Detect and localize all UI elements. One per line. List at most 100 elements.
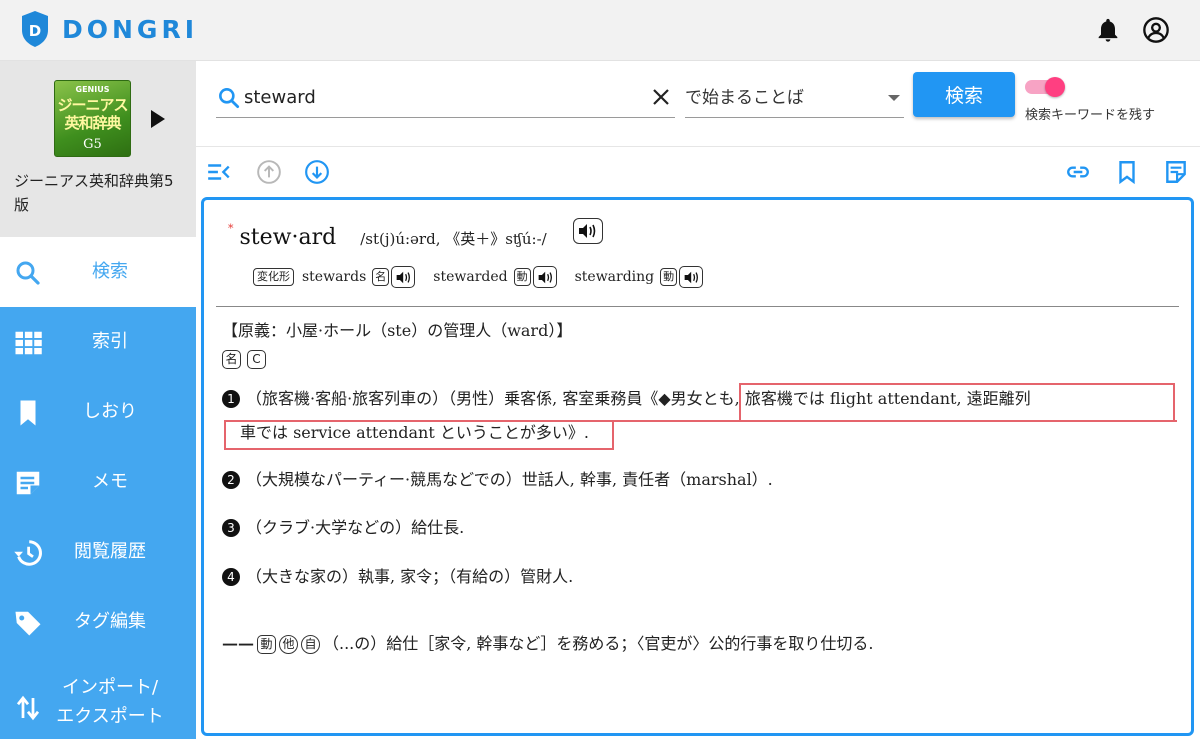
search-bar: で始まることば 検索 検索キーワードを残す (196, 61, 1200, 147)
history-icon (14, 540, 42, 566)
brand-name: DONGRI (62, 14, 198, 44)
search-mode-value: で始まることば (685, 88, 804, 108)
pos-verb-badge: 動 (257, 634, 276, 654)
shield-logo-icon: D (22, 11, 48, 47)
inflection-item: stewarded 動 (433, 266, 557, 288)
sidebar-item-label: 索引 (92, 331, 128, 352)
search-input[interactable] (244, 82, 634, 112)
verb-text: （...の）給仕［家令, 幹事など］を務める；〈官吏が〉公的行事を取り仕切る. (323, 634, 874, 653)
sense-2: 2 （大規模なパーティー·競馬などでの）世話人, 幹事, 責任者（marshal）… (222, 465, 773, 495)
pos-badge: 名 (372, 268, 390, 286)
speaker-icon (538, 271, 552, 284)
highlight-box (224, 420, 614, 450)
account-icon[interactable] (1142, 16, 1170, 44)
app-header: D DONGRI (0, 0, 1200, 61)
dictionary-title: ジーニアス英和辞典第5版 (14, 172, 174, 214)
search-field (216, 77, 675, 118)
inflection-label: 変化形 (253, 268, 294, 286)
cover-edition: G5 (83, 137, 102, 152)
sidebar-item-import-export[interactable]: インポート/ エクスポート (0, 667, 196, 739)
sense-number: 3 (222, 519, 240, 537)
clear-icon[interactable] (649, 85, 673, 109)
bookmark-icon[interactable] (1114, 159, 1140, 185)
tag-icon (15, 611, 41, 636)
sense-number: 2 (222, 471, 240, 489)
play-icon[interactable] (151, 110, 165, 128)
keep-keyword-label: 検索キーワードを残す (1025, 108, 1156, 123)
play-audio-button[interactable] (532, 266, 557, 288)
sidebar-item-memo[interactable]: メモ (0, 447, 196, 517)
dictionary-card[interactable]: GENIUS ジーニアス英和辞典 G5 ジーニアス英和辞典第5版 (0, 61, 196, 237)
grid-icon (15, 331, 42, 355)
part-of-speech-line: 名 C (222, 350, 266, 369)
transitive-badge: 他 (279, 634, 298, 654)
entry-toolbar (196, 148, 1200, 196)
app-logo[interactable]: D DONGRI (20, 10, 198, 48)
label-line-1: インポート/ (61, 677, 159, 698)
speaker-icon (684, 271, 699, 284)
verb-dash: —— (222, 634, 254, 653)
inflection-form[interactable]: stewards (302, 269, 366, 285)
play-audio-button[interactable] (679, 266, 704, 288)
dictionary-cover[interactable]: GENIUS ジーニアス英和辞典 G5 (54, 80, 131, 157)
divider (216, 306, 1179, 307)
inflection-form[interactable]: stewarding (575, 269, 655, 285)
label-line-2: エクスポート (56, 706, 164, 727)
pos-badge: 動 (660, 268, 678, 286)
speaker-icon (578, 224, 596, 238)
cover-brand: GENIUS (75, 85, 110, 94)
search-icon (219, 88, 240, 109)
sense-text: （大規模なパーティー·競馬などでの）世話人, 幹事, 責任者（marshal）. (246, 470, 773, 489)
sidebar-item-history[interactable]: 閲覧履歴 (0, 517, 196, 587)
highlight-box (614, 420, 1177, 422)
sense-text: （クラブ·大学などの）給仕長. (246, 518, 465, 537)
import-export-icon (16, 695, 40, 721)
toggle-thumb (1045, 77, 1065, 97)
sidebar-item-tags[interactable]: タグ編集 (0, 587, 196, 657)
sense-number: 4 (222, 568, 240, 586)
countable-badge: C (247, 350, 266, 369)
inflection-item: stewarding 動 (575, 266, 704, 288)
svg-text:D: D (29, 22, 41, 40)
memo-icon[interactable] (1163, 159, 1189, 185)
cover-title: ジーニアス英和辞典 (57, 96, 128, 132)
headword: stew·ard (239, 225, 337, 250)
speaker-icon (396, 271, 411, 284)
play-audio-button[interactable] (572, 218, 603, 244)
link-icon[interactable] (1065, 159, 1091, 185)
inflection-form[interactable]: stewarded (433, 269, 507, 285)
sidebar-item-label: タグ編集 (74, 611, 146, 632)
sense-4: 4 （大きな家の）執事, 家令；（有給の）管財人. (222, 562, 573, 592)
sidebar: GENIUS ジーニアス英和辞典 G5 ジーニアス英和辞典第5版 検索 索引 し… (0, 61, 196, 739)
highlight-box (739, 383, 1175, 421)
sidebar-item-search[interactable]: 検索 (0, 237, 196, 307)
entry-header: * stew·ard /st(j)ú:ərd, 《英＋》sʧú:-/ (228, 218, 603, 250)
sidebar-item-label: 閲覧履歴 (74, 541, 146, 562)
collapse-list-icon[interactable] (206, 159, 232, 185)
sense-number: 1 (222, 390, 240, 408)
previous-entry-icon[interactable] (256, 159, 282, 185)
intransitive-badge: 自 (301, 634, 320, 654)
sense-text: （旅客機·客船·旅客列車の）（男性）乗客係, 客室乗務員 (246, 389, 643, 408)
pos-badge: 動 (513, 268, 531, 286)
chevron-down-icon (888, 95, 900, 101)
sidebar-item-index[interactable]: 索引 (0, 307, 196, 377)
keep-keyword-toggle[interactable] (1025, 77, 1067, 97)
bell-icon[interactable] (1094, 16, 1122, 44)
sidebar-item-bookmarks[interactable]: しおり (0, 377, 196, 447)
sidebar-item-label: 検索 (92, 261, 128, 282)
next-entry-icon[interactable] (304, 159, 330, 185)
search-mode-select[interactable]: で始まることば (685, 77, 904, 118)
sidebar-item-label: メモ (92, 471, 128, 492)
sidebar-item-label: インポート/ エクスポート (44, 667, 176, 737)
sense-text: （大きな家の）執事, 家令；（有給の）管財人. (246, 567, 574, 586)
play-audio-button[interactable] (391, 266, 416, 288)
verb-sense: —— 動 他 自 （...の）給仕［家令, 幹事など］を務める；〈官吏が〉公的行… (222, 629, 874, 659)
pronunciation: /st(j)ú:ərd, 《英＋》sʧú:-/ (360, 230, 547, 248)
search-button[interactable]: 検索 (913, 72, 1015, 117)
inflection-item: stewards 名 (302, 266, 416, 288)
sense-3: 3 （クラブ·大学などの）給仕長. (222, 513, 464, 543)
pos-noun-badge: 名 (222, 350, 241, 369)
dictionary-entry: * stew·ard /st(j)ú:ərd, 《英＋》sʧú:-/ 変化形 s… (201, 197, 1194, 736)
search-icon (16, 261, 40, 285)
